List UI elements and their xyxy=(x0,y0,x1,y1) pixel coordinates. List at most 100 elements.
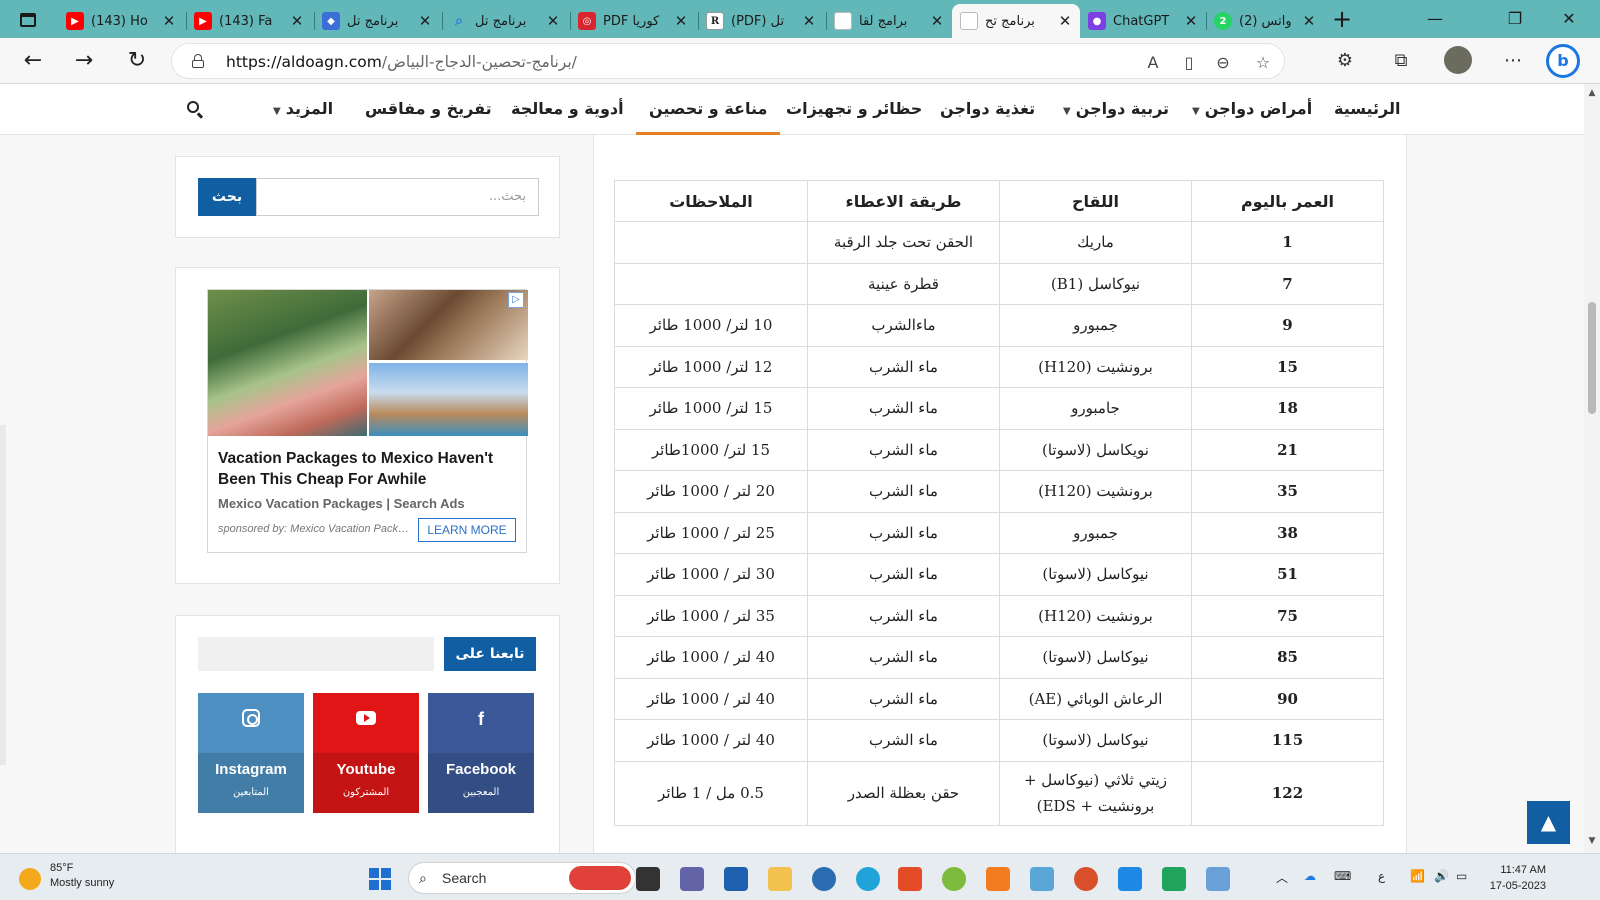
anydesk-icon[interactable] xyxy=(898,867,922,891)
browser-tab-active[interactable]: برنامج تح ✕ xyxy=(952,4,1080,38)
powerpoint-icon[interactable] xyxy=(1074,867,1098,891)
nav-item-immunity[interactable]: مناعة و تحصين xyxy=(636,84,781,135)
close-icon[interactable]: ✕ xyxy=(162,12,176,30)
cell-notes: 10 لتر/ 1000 طائر xyxy=(614,304,808,347)
facebook-button[interactable]: f Facebook المعجبين xyxy=(428,693,534,813)
table-row: 51 نيوكاسل (لاسوتا) ماء الشرب 30 لتر / 1000… xyxy=(614,553,1384,596)
address-bar[interactable]: https://aldoagn.com/برنامج-تحصين-الدجاج-… xyxy=(171,43,1285,79)
system-clock[interactable]: 11:47 AM 17-05-2023 xyxy=(1480,862,1546,894)
forward-button[interactable]: → xyxy=(70,47,98,75)
xampp-icon[interactable] xyxy=(986,867,1010,891)
bing-chat-icon[interactable]: b xyxy=(1546,44,1580,78)
snipping-tool-icon[interactable] xyxy=(1206,867,1230,891)
restore-button[interactable]: ❐ xyxy=(1492,6,1538,32)
ad-subtitle[interactable]: Mexico Vacation Packages | Search Ads xyxy=(218,496,465,511)
minimize-button[interactable]: — xyxy=(1412,6,1458,32)
close-icon[interactable]: ✕ xyxy=(1302,12,1316,30)
nav-item-diseases[interactable]: أمراض دواجن▼ xyxy=(1192,84,1312,135)
browser-tab[interactable]: ⌕ برنامج تل ✕ xyxy=(442,4,568,38)
new-tab-button[interactable]: + xyxy=(1328,7,1356,31)
cell-vaccine: جمبورو xyxy=(999,304,1192,347)
nav-item-more[interactable]: المزيد▼ xyxy=(273,84,333,135)
zoom-icon[interactable]: ⊖ xyxy=(1212,52,1234,74)
chevron-up-icon[interactable]: ︿ xyxy=(1276,869,1288,886)
refresh-button[interactable]: ↻ xyxy=(123,47,151,75)
ad-image-beach-chairs[interactable] xyxy=(369,290,528,360)
close-icon[interactable]: ✕ xyxy=(546,12,560,30)
onedrive-icon[interactable]: ☁ xyxy=(1304,869,1316,883)
browser-tab[interactable]: ▶ (143) Ho ✕ xyxy=(58,4,184,38)
remote-desktop-icon[interactable] xyxy=(1030,867,1054,891)
close-icon[interactable]: ✕ xyxy=(930,12,944,30)
cell-method: حقن بعظلة الصدر xyxy=(807,760,1000,826)
profile-avatar[interactable] xyxy=(1444,46,1472,74)
close-window-button[interactable]: ✕ xyxy=(1546,6,1592,32)
ad-image-hotel[interactable] xyxy=(369,363,528,436)
read-aloud-icon[interactable]: A xyxy=(1142,52,1164,74)
learn-more-button[interactable]: LEARN MORE xyxy=(418,518,516,542)
immersive-reader-icon[interactable]: ▯ xyxy=(1178,52,1200,74)
task-view-icon[interactable] xyxy=(636,867,660,891)
close-icon[interactable]: ✕ xyxy=(418,12,432,30)
browser-tab[interactable]: ◆ برنامج تل ✕ xyxy=(314,4,440,38)
back-to-top-button[interactable]: ▲ xyxy=(1527,801,1570,844)
instagram-button[interactable]: Instagram المتابعين xyxy=(198,693,304,813)
keyboard-icon[interactable]: ⌨ xyxy=(1334,869,1351,883)
tab-actions-icon[interactable] xyxy=(10,7,46,33)
youtube-button[interactable]: Youtube المشتركون xyxy=(313,693,419,813)
battery-icon[interactable]: ▭ xyxy=(1456,869,1467,883)
weather-widget[interactable]: 85°F Mostly sunny xyxy=(50,861,114,891)
sidebar-search-button[interactable]: بحث xyxy=(198,178,256,216)
app-d-icon[interactable] xyxy=(1162,867,1186,891)
language-indicator[interactable]: ع xyxy=(1378,869,1385,883)
nav-item-hatchery[interactable]: تفريخ و مفاقس xyxy=(365,84,492,135)
lock-icon[interactable] xyxy=(192,54,204,68)
url-text[interactable]: https://aldoagn.com/برنامج-تحصين-الدجاج-… xyxy=(226,53,577,71)
collections-icon[interactable]: ⧉ xyxy=(1386,46,1416,76)
store-icon[interactable] xyxy=(724,867,748,891)
ad-image-resort-pool[interactable] xyxy=(208,290,367,436)
scroll-thumb[interactable] xyxy=(1588,302,1596,414)
teams-icon[interactable] xyxy=(680,867,704,891)
weather-sun-icon[interactable] xyxy=(19,868,41,890)
browser-tab[interactable]: ● ChatGPT ✕ xyxy=(1080,4,1206,38)
table-row: 18 جامبورو ماء الشرب 15 لتر/ 1000 طائر xyxy=(614,387,1384,430)
start-button[interactable] xyxy=(369,868,391,890)
ad-card[interactable]: ▷ Vacation Packages to Mexico Haven't Be… xyxy=(207,289,528,553)
search-icon[interactable] xyxy=(187,101,205,119)
volume-icon[interactable]: 🔊 xyxy=(1434,869,1449,883)
close-icon[interactable]: ✕ xyxy=(802,12,816,30)
adchoices-icon[interactable]: ▷ xyxy=(508,292,524,308)
browser-tab[interactable]: ◎ PDF كوريا ✕ xyxy=(570,4,696,38)
browser-tab[interactable]: R (PDF) تل ✕ xyxy=(698,4,824,38)
browser-tab[interactable]: ▶ (143) Fa ✕ xyxy=(186,4,312,38)
nav-item-breeding[interactable]: تربية دواجن▼ xyxy=(1063,84,1169,135)
edge-icon[interactable] xyxy=(856,867,880,891)
taskbar-search[interactable]: ⌕ Search xyxy=(408,862,636,894)
scroll-up-icon[interactable]: ▲ xyxy=(1584,88,1600,98)
vscode-icon[interactable] xyxy=(1118,867,1142,891)
close-icon[interactable]: ✕ xyxy=(1184,12,1198,30)
more-options-icon[interactable]: ⋯ xyxy=(1498,46,1528,76)
close-icon[interactable]: ✕ xyxy=(290,12,304,30)
qgis-icon[interactable] xyxy=(942,867,966,891)
extensions-icon[interactable]: ⚙ xyxy=(1330,46,1360,76)
file-explorer-icon[interactable] xyxy=(768,867,792,891)
close-icon[interactable]: ✕ xyxy=(1058,12,1072,30)
nav-item-housing[interactable]: حظائر و تجهيزات xyxy=(786,84,922,135)
browser-tab[interactable]: برامج لقا ✕ xyxy=(826,4,952,38)
ad-title[interactable]: Vacation Packages to Mexico Haven't Been… xyxy=(218,448,518,490)
page-scrollbar[interactable]: ▲ ▼ xyxy=(1584,84,1600,853)
close-icon[interactable]: ✕ xyxy=(674,12,688,30)
tab-title: (2) واتس xyxy=(1239,13,1292,29)
nav-item-medicine[interactable]: أدوية و معالجة xyxy=(511,84,624,135)
favorite-icon[interactable]: ☆ xyxy=(1252,52,1274,74)
back-button[interactable]: ← xyxy=(19,47,47,75)
scroll-down-icon[interactable]: ▼ xyxy=(1584,836,1600,846)
nav-item-nutrition[interactable]: تغذية دواجن xyxy=(940,84,1035,135)
search-app-icon[interactable] xyxy=(812,867,836,891)
sidebar-search-input[interactable]: بحث... xyxy=(256,178,539,216)
wifi-icon[interactable]: 📶 xyxy=(1410,869,1425,883)
browser-tab[interactable]: 2 (2) واتس ✕ xyxy=(1206,4,1324,38)
nav-item-home[interactable]: الرئيسية xyxy=(1334,84,1401,135)
